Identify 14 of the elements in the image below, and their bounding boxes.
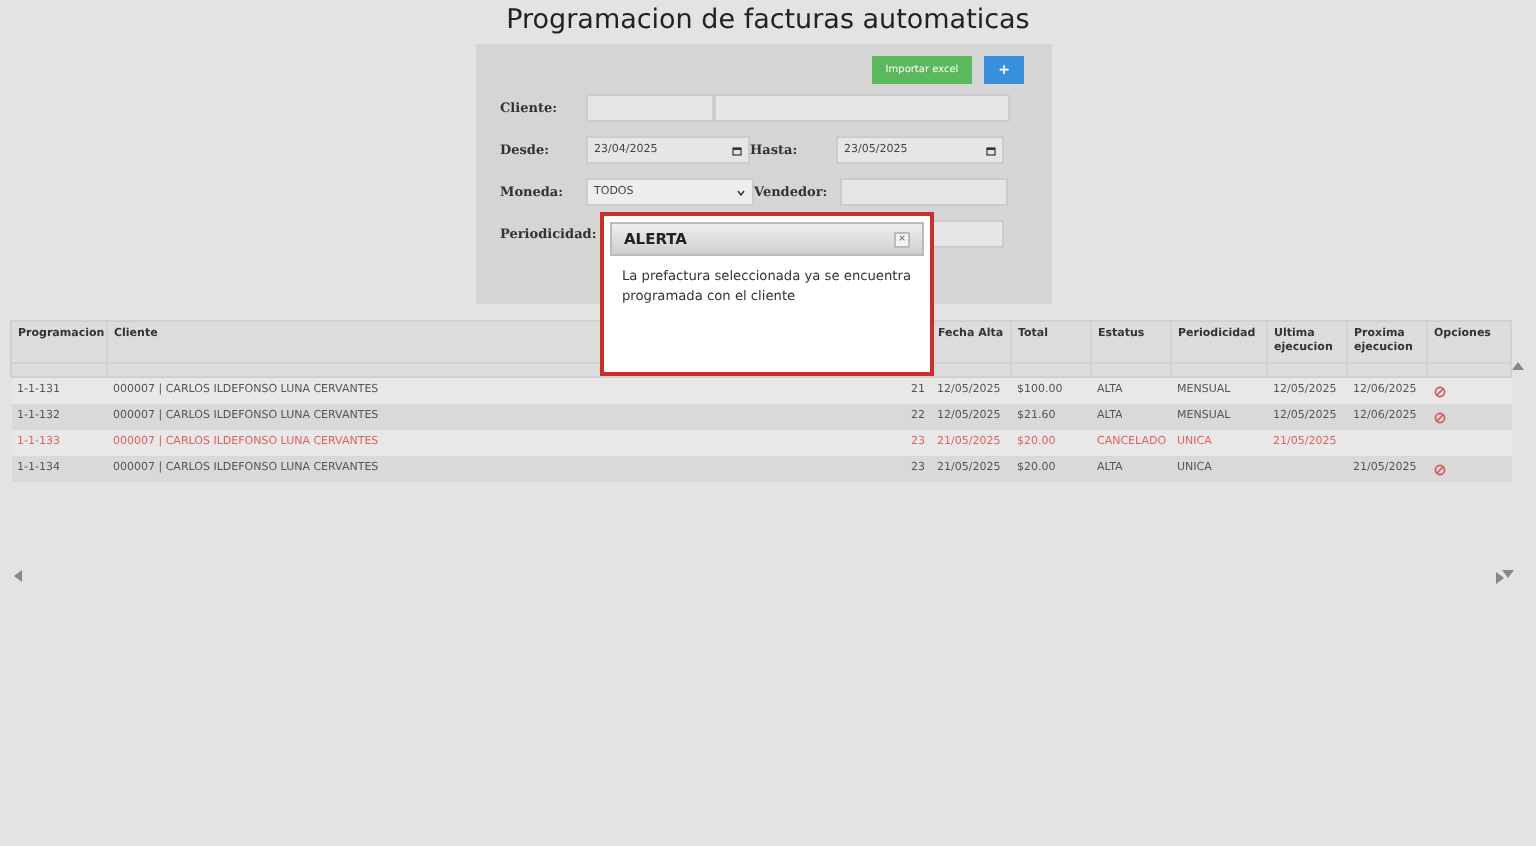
scroll-down-icon[interactable] [1502,570,1514,578]
client-name-field[interactable] [714,94,1010,122]
calendar-icon[interactable] [986,145,996,155]
cancel-icon[interactable] [1433,463,1445,475]
scroll-up-icon[interactable] [1512,362,1524,370]
scroll-right-icon[interactable] [1496,572,1504,584]
cancel-icon[interactable] [1433,385,1445,397]
page-title: Programacion de facturas automaticas [504,2,1032,40]
scroll-left-icon[interactable] [14,570,22,582]
chevron-down-icon [736,187,746,197]
seller-field[interactable] [840,178,1008,206]
client-code-field[interactable] [586,94,714,122]
cancel-icon[interactable] [1433,411,1445,423]
calendar-icon[interactable] [732,145,742,155]
